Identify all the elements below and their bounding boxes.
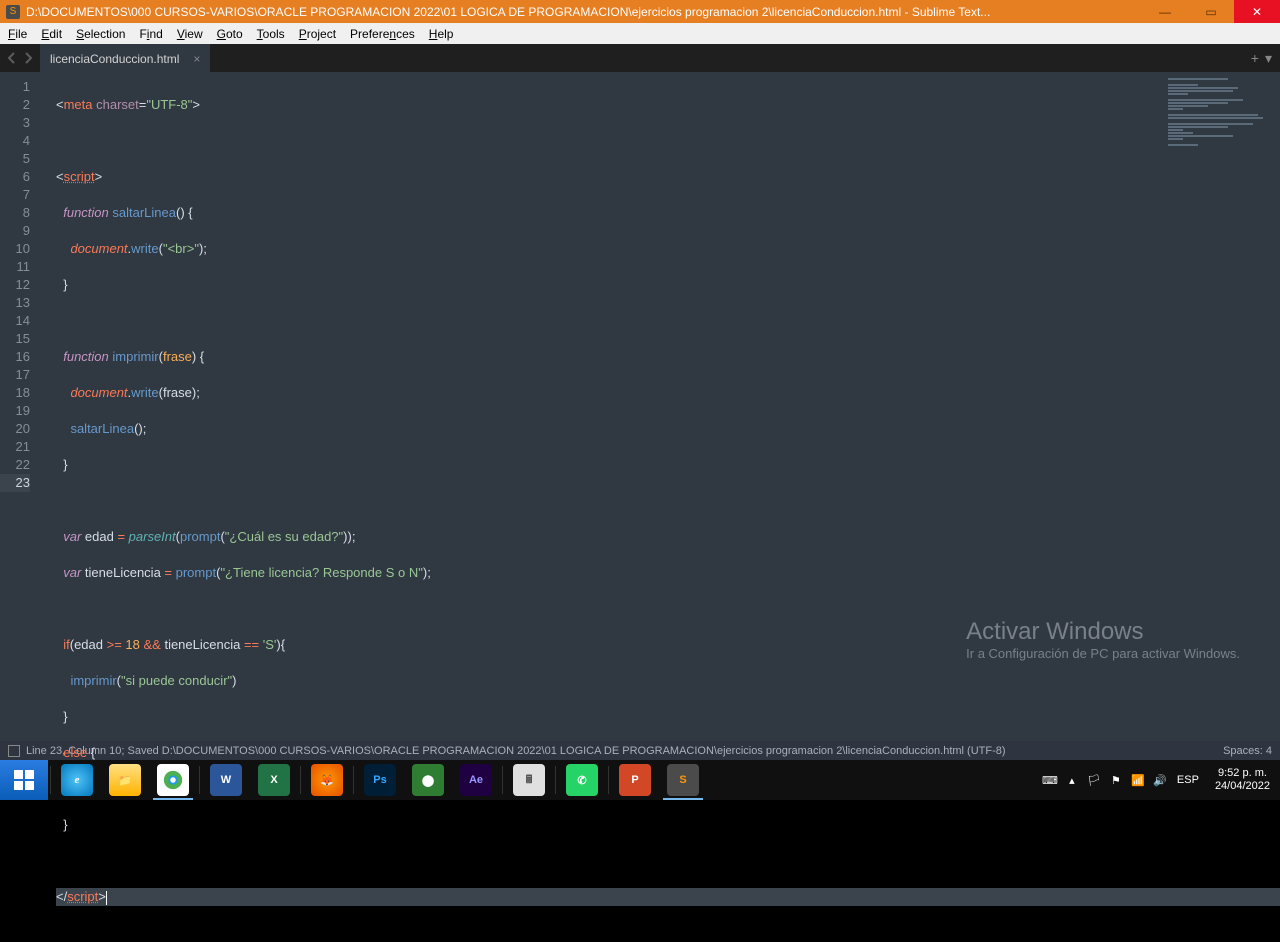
line-number: 14	[0, 312, 30, 330]
line-number: 15	[0, 330, 30, 348]
watermark-sub: Ir a Configuración de PC para activar Wi…	[966, 646, 1240, 661]
start-button[interactable]	[0, 760, 48, 800]
menu-bar: File Edit Selection Find View Goto Tools…	[0, 23, 1280, 44]
tray-volume-icon[interactable]: 🔊	[1149, 760, 1171, 800]
line-number: 19	[0, 402, 30, 420]
line-number: 7	[0, 186, 30, 204]
windows-watermark: Activar Windows Ir a Configuración de PC…	[966, 618, 1240, 661]
taskbar-whatsapp[interactable]: ✆	[558, 760, 606, 800]
window-titlebar: S D:\DOCUMENTOS\000 CURSOS-VARIOS\ORACLE…	[0, 0, 1280, 23]
line-number: 13	[0, 294, 30, 312]
line-number: 9	[0, 222, 30, 240]
tab-file[interactable]: licenciaConduccion.html ×	[40, 44, 210, 72]
taskbar-photoshop[interactable]: Ps	[356, 760, 404, 800]
line-number: 22	[0, 456, 30, 474]
line-number: 2	[0, 96, 30, 114]
tab-menu-icon[interactable]: ▾	[1265, 50, 1272, 67]
close-button[interactable]: ✕	[1234, 0, 1280, 23]
menu-tools[interactable]: Tools	[257, 27, 285, 41]
line-number: 21	[0, 438, 30, 456]
taskbar-powerpoint[interactable]: P	[611, 760, 659, 800]
maximize-button[interactable]: ▭	[1188, 0, 1234, 23]
tray-network-icon[interactable]: 📶	[1127, 760, 1149, 800]
taskbar-firefox[interactable]: 🦊	[303, 760, 351, 800]
system-tray: ⌨ ▴ 🏳 ⚑ 📶 🔊 ESP 9:52 p. m. 24/04/2022	[1039, 760, 1280, 800]
line-number: 1	[0, 78, 30, 96]
taskbar-word[interactable]: W	[202, 760, 250, 800]
menu-preferences[interactable]: Preferences	[350, 27, 415, 41]
tab-bar: licenciaConduccion.html × + ▾	[0, 44, 1280, 72]
menu-help[interactable]: Help	[429, 27, 454, 41]
line-number: 10	[0, 240, 30, 258]
tray-keyboard-icon[interactable]: ⌨	[1039, 760, 1061, 800]
line-number: 5	[0, 150, 30, 168]
line-number: 16	[0, 348, 30, 366]
taskbar-explorer[interactable]: 📁	[101, 760, 149, 800]
line-number: 3	[0, 114, 30, 132]
nav-forward-icon[interactable]	[22, 52, 34, 64]
tray-flag-icon[interactable]: 🏳	[1083, 760, 1105, 800]
taskbar-sublime[interactable]: S	[659, 760, 707, 800]
tray-clock[interactable]: 9:52 p. m. 24/04/2022	[1205, 767, 1280, 793]
menu-find[interactable]: Find	[139, 27, 162, 41]
tab-close-icon[interactable]: ×	[193, 52, 200, 66]
line-number: 6	[0, 168, 30, 186]
taskbar-chrome[interactable]	[149, 760, 197, 800]
tray-date: 24/04/2022	[1215, 780, 1270, 793]
nav-back-icon[interactable]	[6, 52, 18, 64]
line-number: 8	[0, 204, 30, 222]
tray-time: 9:52 p. m.	[1215, 767, 1270, 780]
line-number: 23	[0, 474, 30, 492]
new-tab-icon[interactable]: +	[1251, 50, 1259, 67]
menu-project[interactable]: Project	[299, 27, 336, 41]
line-number: 17	[0, 366, 30, 384]
tray-action-icon[interactable]: ⚑	[1105, 760, 1127, 800]
menu-edit[interactable]: Edit	[41, 27, 62, 41]
line-gutter: 1 2 3 4 5 6 7 8 9 10 11 12 13 14 15 16 1…	[0, 72, 40, 741]
tab-label: licenciaConduccion.html	[50, 52, 179, 66]
taskbar-calculator[interactable]: 🖩	[505, 760, 553, 800]
menu-goto[interactable]: Goto	[217, 27, 243, 41]
text-cursor	[106, 891, 107, 905]
tab-nav	[0, 52, 40, 64]
editor: 1 2 3 4 5 6 7 8 9 10 11 12 13 14 15 16 1…	[0, 72, 1280, 741]
taskbar-ie[interactable]: e	[53, 760, 101, 800]
taskbar-aftereffects[interactable]: Ae	[452, 760, 500, 800]
app-icon: S	[6, 5, 20, 19]
line-number: 11	[0, 258, 30, 276]
windows-taskbar: e 📁 W X 🦊 Ps ⬤ Ae 🖩 ✆ P S ⌨ ▴ 🏳 ⚑ 📶 🔊 ES…	[0, 760, 1280, 800]
tray-language[interactable]: ESP	[1171, 760, 1205, 800]
line-number: 18	[0, 384, 30, 402]
minimize-button[interactable]: —	[1142, 0, 1188, 23]
line-number: 20	[0, 420, 30, 438]
watermark-heading: Activar Windows	[966, 618, 1240, 646]
menu-file[interactable]: File	[8, 27, 27, 41]
menu-selection[interactable]: Selection	[76, 27, 125, 41]
line-number: 12	[0, 276, 30, 294]
line-number: 4	[0, 132, 30, 150]
tray-chevron-icon[interactable]: ▴	[1061, 760, 1083, 800]
taskbar-corel[interactable]: ⬤	[404, 760, 452, 800]
panel-toggle-icon[interactable]	[8, 745, 20, 757]
taskbar-excel[interactable]: X	[250, 760, 298, 800]
menu-view[interactable]: View	[177, 27, 203, 41]
window-title: D:\DOCUMENTOS\000 CURSOS-VARIOS\ORACLE P…	[26, 5, 990, 19]
